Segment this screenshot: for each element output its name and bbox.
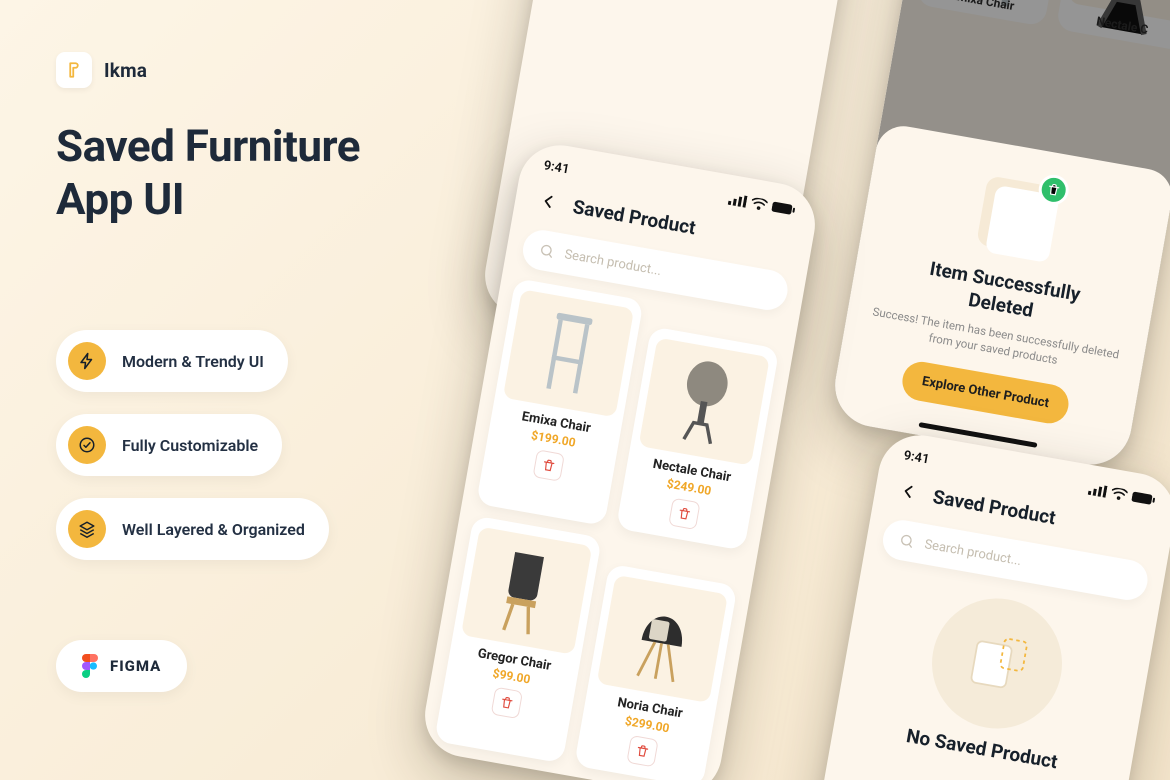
product-card[interactable]: Gregor Chair $99.00 [434, 515, 602, 763]
success-illustration [967, 166, 1067, 266]
product-thumb [597, 575, 728, 703]
battery-icon [771, 200, 797, 216]
status-time: 9:41 [902, 448, 930, 467]
product-thumb [461, 527, 592, 655]
headline-line-2: App UI [56, 173, 360, 226]
product-card[interactable]: Nectale Chair $249.00 [616, 326, 780, 550]
feature-list: Modern & Trendy UI Fully Customizable We… [56, 330, 329, 560]
wifi-icon [1110, 486, 1128, 501]
back-button[interactable] [891, 474, 926, 509]
signal-icon [1088, 482, 1108, 497]
layers-icon [68, 510, 106, 548]
screen-delete-success: Emixa Chair Nectale C Item Successfully … [828, 0, 1170, 471]
wifi-icon [750, 196, 768, 211]
feature-pill-modern: Modern & Trendy UI [56, 330, 288, 392]
battery-icon [1131, 490, 1157, 506]
check-circle-icon [68, 426, 106, 464]
screen-empty-state: 9:41 Saved Product Search product... No … [778, 429, 1170, 780]
delete-button[interactable] [668, 498, 700, 530]
screen-saved-products: 9:41 Saved Product Search product... Emi… [418, 139, 821, 780]
figma-icon [82, 654, 98, 678]
delete-button[interactable] [532, 449, 564, 481]
delete-button[interactable] [491, 687, 523, 719]
headline: Saved Furniture App UI [56, 120, 360, 226]
search-placeholder: Search product... [563, 247, 662, 279]
success-sheet: Item Successfully Deleted Success! The i… [828, 122, 1170, 471]
bolt-icon [68, 342, 106, 380]
search-icon [898, 532, 917, 551]
product-thumb [503, 289, 634, 417]
status-time: 9:41 [542, 158, 570, 177]
delete-button[interactable] [626, 735, 658, 767]
figma-label: FIGMA [110, 657, 161, 675]
feature-pill-customizable: Fully Customizable [56, 414, 282, 476]
brand-name: Ikma [104, 59, 147, 82]
product-thumb [428, 764, 551, 780]
explore-other-button[interactable]: Explore Other Product [899, 359, 1072, 427]
feature-label: Well Layered & Organized [122, 520, 305, 539]
product-thumb [638, 338, 769, 466]
feature-label: Modern & Trendy UI [122, 352, 264, 371]
figma-badge: FIGMA [56, 640, 187, 692]
feature-label: Fully Customizable [122, 436, 258, 455]
brand: Ikma [56, 52, 147, 88]
brand-logo [56, 52, 92, 88]
headline-line-1: Saved Furniture [56, 120, 360, 173]
empty-illustration [922, 588, 1073, 739]
signal-icon [728, 192, 748, 207]
feature-pill-layered: Well Layered & Organized [56, 498, 329, 560]
product-card[interactable]: Noria Chair $299.00 [574, 564, 738, 780]
back-button[interactable] [531, 184, 566, 219]
product-card[interactable]: Emixa Chair $199.00 [476, 278, 644, 526]
search-placeholder: Search product... [923, 537, 1022, 569]
search-icon [538, 242, 557, 261]
